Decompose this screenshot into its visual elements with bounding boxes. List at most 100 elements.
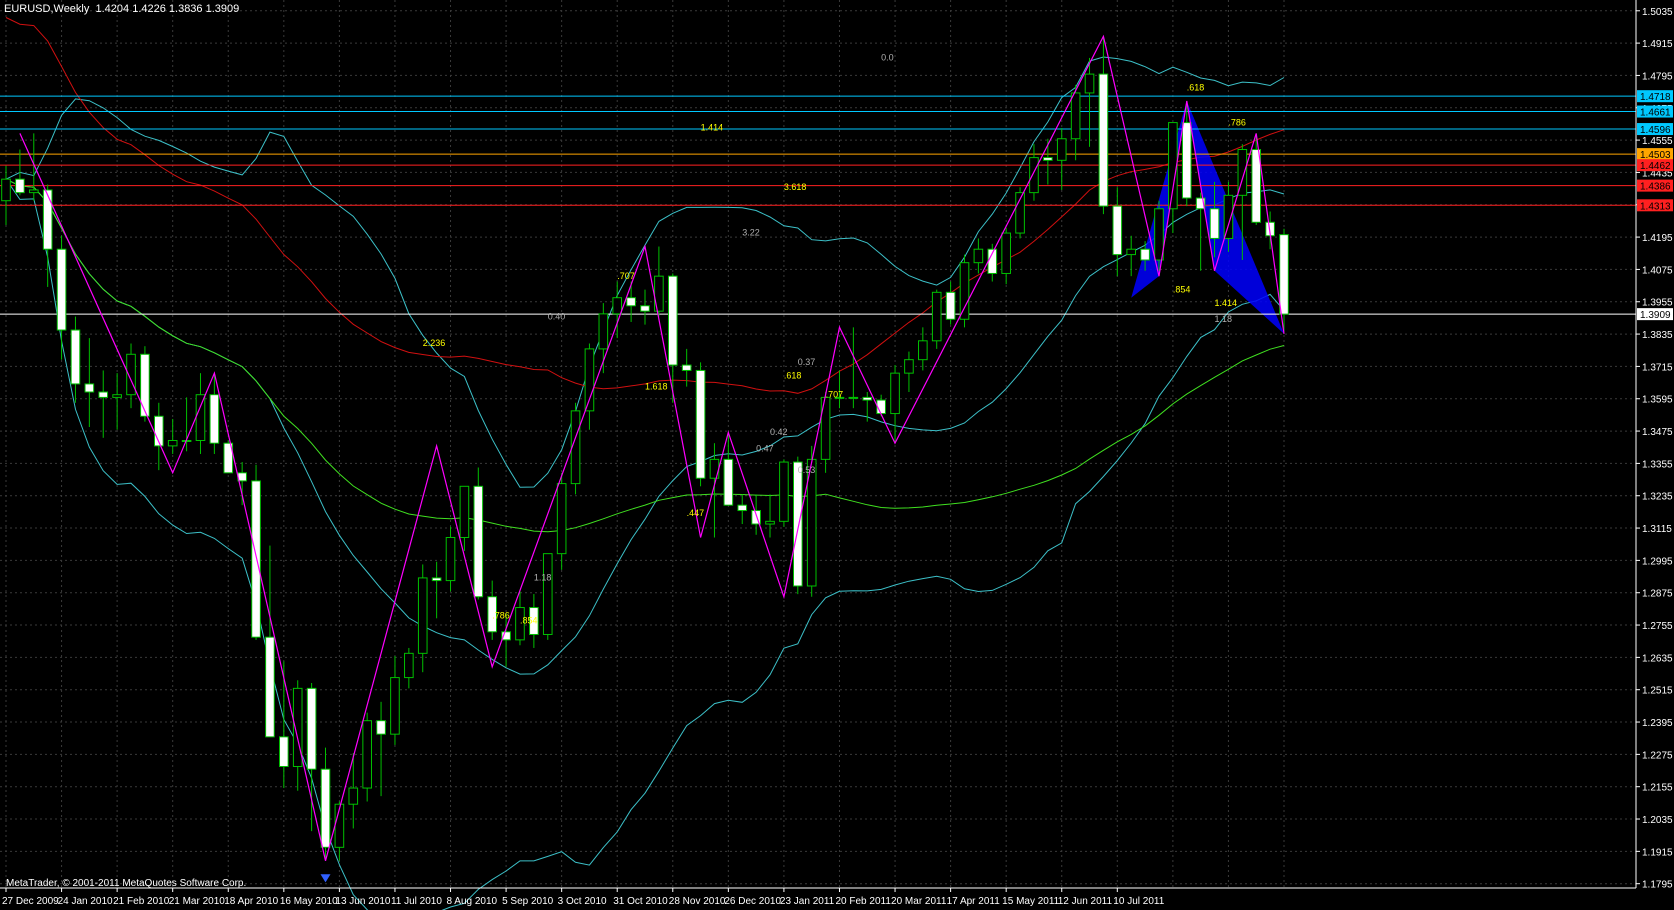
candle-bear [1279,234,1289,315]
fib-label: 2.236 [423,338,446,348]
price-level-label: 1.4462 [1640,161,1671,172]
candle-bear [723,458,734,506]
candle-bear [98,391,109,398]
candle-bull [1001,232,1011,274]
y-tick-label: 1.2995 [1642,556,1673,567]
fib-label: 0.37 [798,357,816,367]
candle-bear [265,636,275,738]
candle-bear [320,768,331,848]
x-tick-label: 21 Feb 2010 [113,896,170,907]
fib-label: 1.18 [534,573,552,583]
fib-label: 0.42 [770,427,788,437]
candle-bear [1140,248,1150,261]
y-tick-label: 1.2395 [1642,718,1673,729]
y-tick-label: 1.3235 [1642,492,1673,503]
candle-bull [904,359,914,374]
x-tick-label: 8 Aug 2010 [447,896,498,907]
price-level-label: 1.4661 [1640,108,1671,119]
fib-label: .707 [826,389,844,399]
candle-bull [404,652,414,679]
y-tick-label: 1.1915 [1642,847,1673,858]
y-tick-label: 1.4795 [1642,71,1673,82]
candle-bear [667,275,678,366]
price-level-label: 1.4596 [1640,125,1671,136]
candle-bull [390,677,400,735]
candle-bear [56,248,67,331]
candle-bull [612,297,623,315]
fib-label: 3.618 [784,182,807,192]
candle-bull [931,291,942,342]
x-tick-label: 5 Sep 2010 [502,896,554,907]
candle-bull [348,787,359,805]
candle-bear [1251,149,1262,223]
y-tick-label: 1.2035 [1642,815,1673,826]
fib-label: 0.0 [881,53,894,63]
fib-label: .707 [617,271,635,281]
y-tick-label: 1.4195 [1642,233,1673,244]
x-tick-label: 27 Dec 2009 [2,896,59,907]
fib-label: .786 [1228,117,1246,127]
candle-bear [792,461,803,587]
fib-label: 1.414 [701,123,724,133]
y-tick-label: 1.2875 [1642,589,1673,600]
candle-bull [542,553,553,635]
candle-bear [695,369,706,479]
candle-bull [890,372,900,415]
candle-bear [945,291,956,320]
y-tick-label: 1.3835 [1642,330,1673,341]
candle-bear [140,353,150,417]
zigzag-line [19,34,1285,861]
candle-bear [1181,122,1192,199]
candle-bear [84,383,95,393]
y-tick-label: 1.3115 [1642,524,1672,535]
candle-bear [209,394,220,444]
price-chart[interactable]: .618 .786 1.414 3.618 3.22 .707 .854 1.414 1.18 0… [0,0,1674,910]
candle-bull [1154,208,1164,261]
candle-bull [584,348,595,412]
candle-bear [737,504,748,512]
fib-label: .618 [784,371,802,381]
fib-label: 0.53 [798,465,816,475]
x-tick-label: 18 Apr 2010 [224,896,278,907]
y-tick-label: 1.2515 [1642,686,1673,697]
x-tick-label: 11 Jul 2010 [391,896,442,907]
candle-bear [70,329,81,385]
x-tick-label: 24 Jan 2010 [58,896,113,907]
candle-bull [362,720,372,789]
candle-bull [445,536,456,582]
candle-bear [640,305,650,312]
x-tick-label: 23 Jan 2011 [780,896,835,907]
symbol-timeframe: EURUSD,Weekly [4,3,90,15]
candle-bull [459,485,470,538]
x-tick-label: 28 Nov 2010 [669,896,726,907]
x-tick-label: 20 Mar 2011 [891,896,947,907]
fib-label: 0.47 [756,443,774,453]
ohlc-readout: 1.4204 1.4226 1.3836 1.3909 [95,3,240,15]
candle-bear [862,396,873,401]
fib-label: .618 [1187,82,1205,92]
price-level-label: 1.4386 [1640,182,1671,193]
grid-lines [0,0,1636,888]
fib-label: 1.618 [645,381,668,391]
candle-bear [1098,73,1109,207]
candle-bull [1084,73,1095,94]
fib-label: 0.40 [548,311,566,321]
x-tick-label: 20 Feb 2011 [835,896,891,907]
x-tick-label: 26 Dec 2010 [724,896,781,907]
y-tick-label: 1.2635 [1642,653,1673,664]
y-tick-label: 1.3475 [1642,427,1673,438]
fib-label: 3.22 [742,228,760,238]
candle-bear [42,189,53,250]
fib-label: .854 [520,616,538,626]
candle-bear [681,364,692,371]
y-tick-label: 1.4915 [1642,39,1673,50]
x-tick-label: 10 Jul 2011 [1113,896,1164,907]
ma-green-line [5,178,1285,533]
candle-bear [306,687,317,770]
x-tick-label: 16 May 2010 [280,896,338,907]
fib-label: .447 [687,508,705,518]
x-tick-label: 15 May 2011 [1002,896,1060,907]
candle-bear [15,178,25,194]
y-tick-label: 1.4555 [1642,136,1673,147]
y-tick-label: 1.1795 [1642,880,1673,891]
